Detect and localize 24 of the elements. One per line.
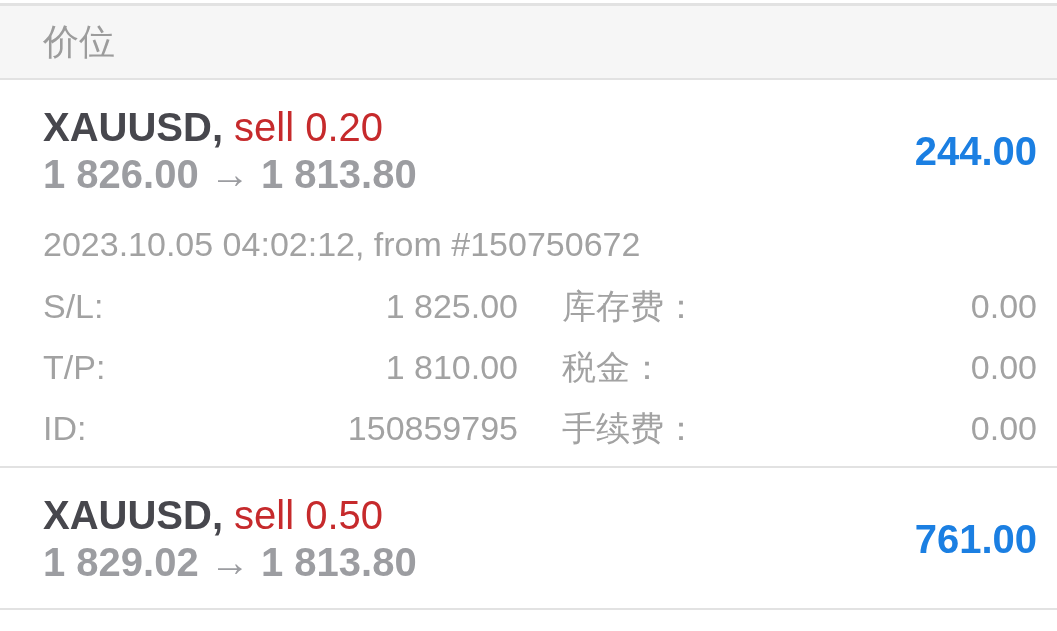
- detail-label: ID:: [43, 407, 87, 449]
- detail-label: S/L:: [43, 285, 104, 327]
- position-item[interactable]: XAUUSD, sell 0.50 1 829.02 → 1 813.80 761.00: [0, 468, 1057, 610]
- symbol-label: XAUUSD,: [43, 493, 224, 537]
- detail-value: 1 825.00: [385, 285, 518, 327]
- open-time-label: 2023.10.05 04:02:12, from #150750672: [43, 224, 641, 265]
- price-change-label: 1 829.02 → 1 813.80: [43, 540, 417, 584]
- detail-label: 手续费：: [562, 407, 698, 449]
- detail-label: T/P:: [43, 346, 106, 388]
- detail-value: 0.00: [970, 285, 1037, 327]
- detail-value: 0.00: [970, 407, 1037, 449]
- price-change-label: 1 826.00 → 1 813.80: [43, 152, 417, 196]
- profit-value: 761.00: [914, 515, 1037, 563]
- position-item[interactable]: XAUUSD, sell 0.20 1 826.00 → 1 813.80 244.00 2023.10.05 04:02:12, from #150750672 S/L: 1 825.00 库存费： 0.00 T/P: 1 810.00 税金： 0.00 ID: 150859795 手续费： 0.00: [0, 80, 1057, 468]
- order-label: sell 0.20: [234, 105, 383, 149]
- order-label: sell 0.50: [234, 493, 383, 537]
- detail-value: 150859795: [347, 407, 518, 449]
- detail-value: 0.00: [970, 346, 1037, 388]
- detail-label: 库存费：: [562, 285, 698, 327]
- profit-value: 244.00: [914, 127, 1037, 175]
- symbol-label: XAUUSD,: [43, 105, 224, 149]
- detail-value: 1 810.00: [385, 346, 518, 388]
- detail-label: 税金：: [562, 346, 664, 388]
- header-title: 价位: [43, 20, 115, 64]
